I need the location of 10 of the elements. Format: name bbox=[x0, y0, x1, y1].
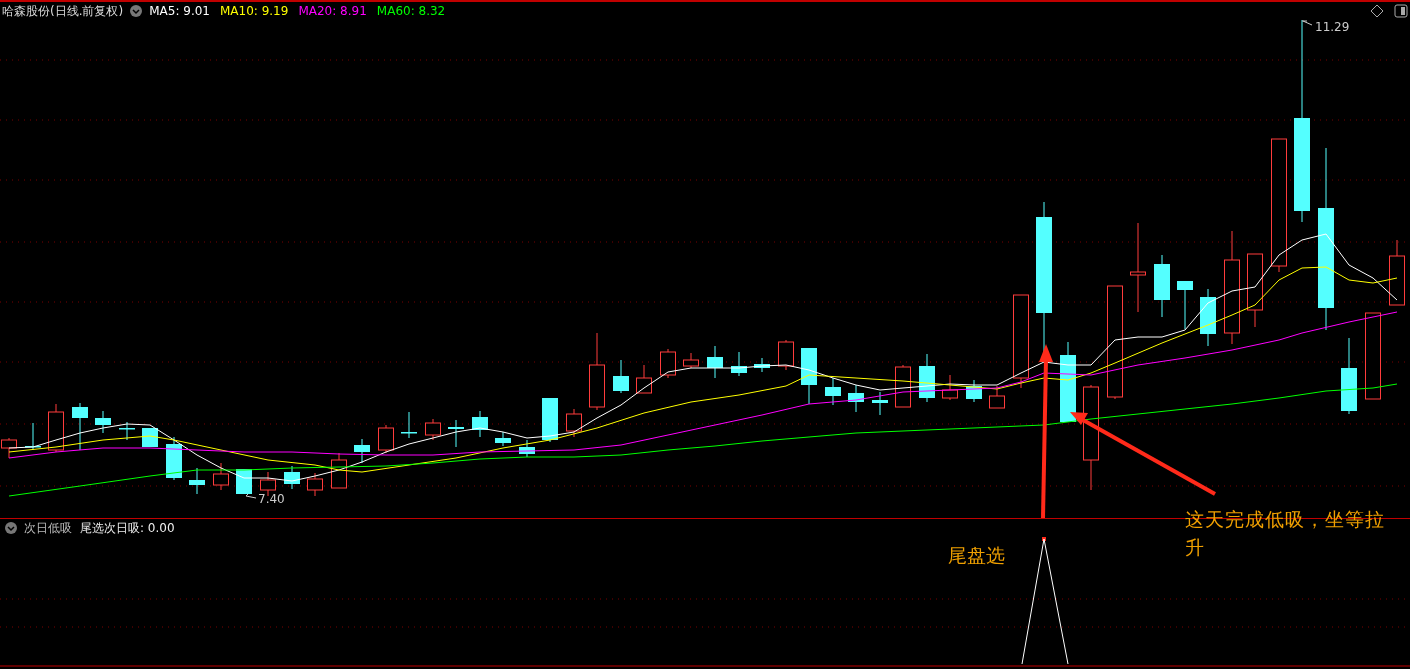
moving-average-value: MA60: 8.32 bbox=[376, 3, 446, 20]
moving-average-value: MA20: 8.91 bbox=[298, 3, 367, 20]
indicator-name: 次日低吸 bbox=[24, 520, 72, 537]
moving-average-value: MA10: 9.19 bbox=[219, 3, 289, 20]
moving-average-value: MA5: 9.01 bbox=[149, 3, 210, 20]
annotation-text: 尾盘选 bbox=[948, 544, 1005, 566]
high-price-label: 11.29 bbox=[1315, 20, 1350, 34]
stock-title: 哈森股份(日线.前复权) bbox=[2, 3, 124, 20]
low-price-label: 7.40 bbox=[258, 492, 285, 506]
indicator-reading: 尾选次日吸: 0.00 bbox=[80, 520, 175, 537]
